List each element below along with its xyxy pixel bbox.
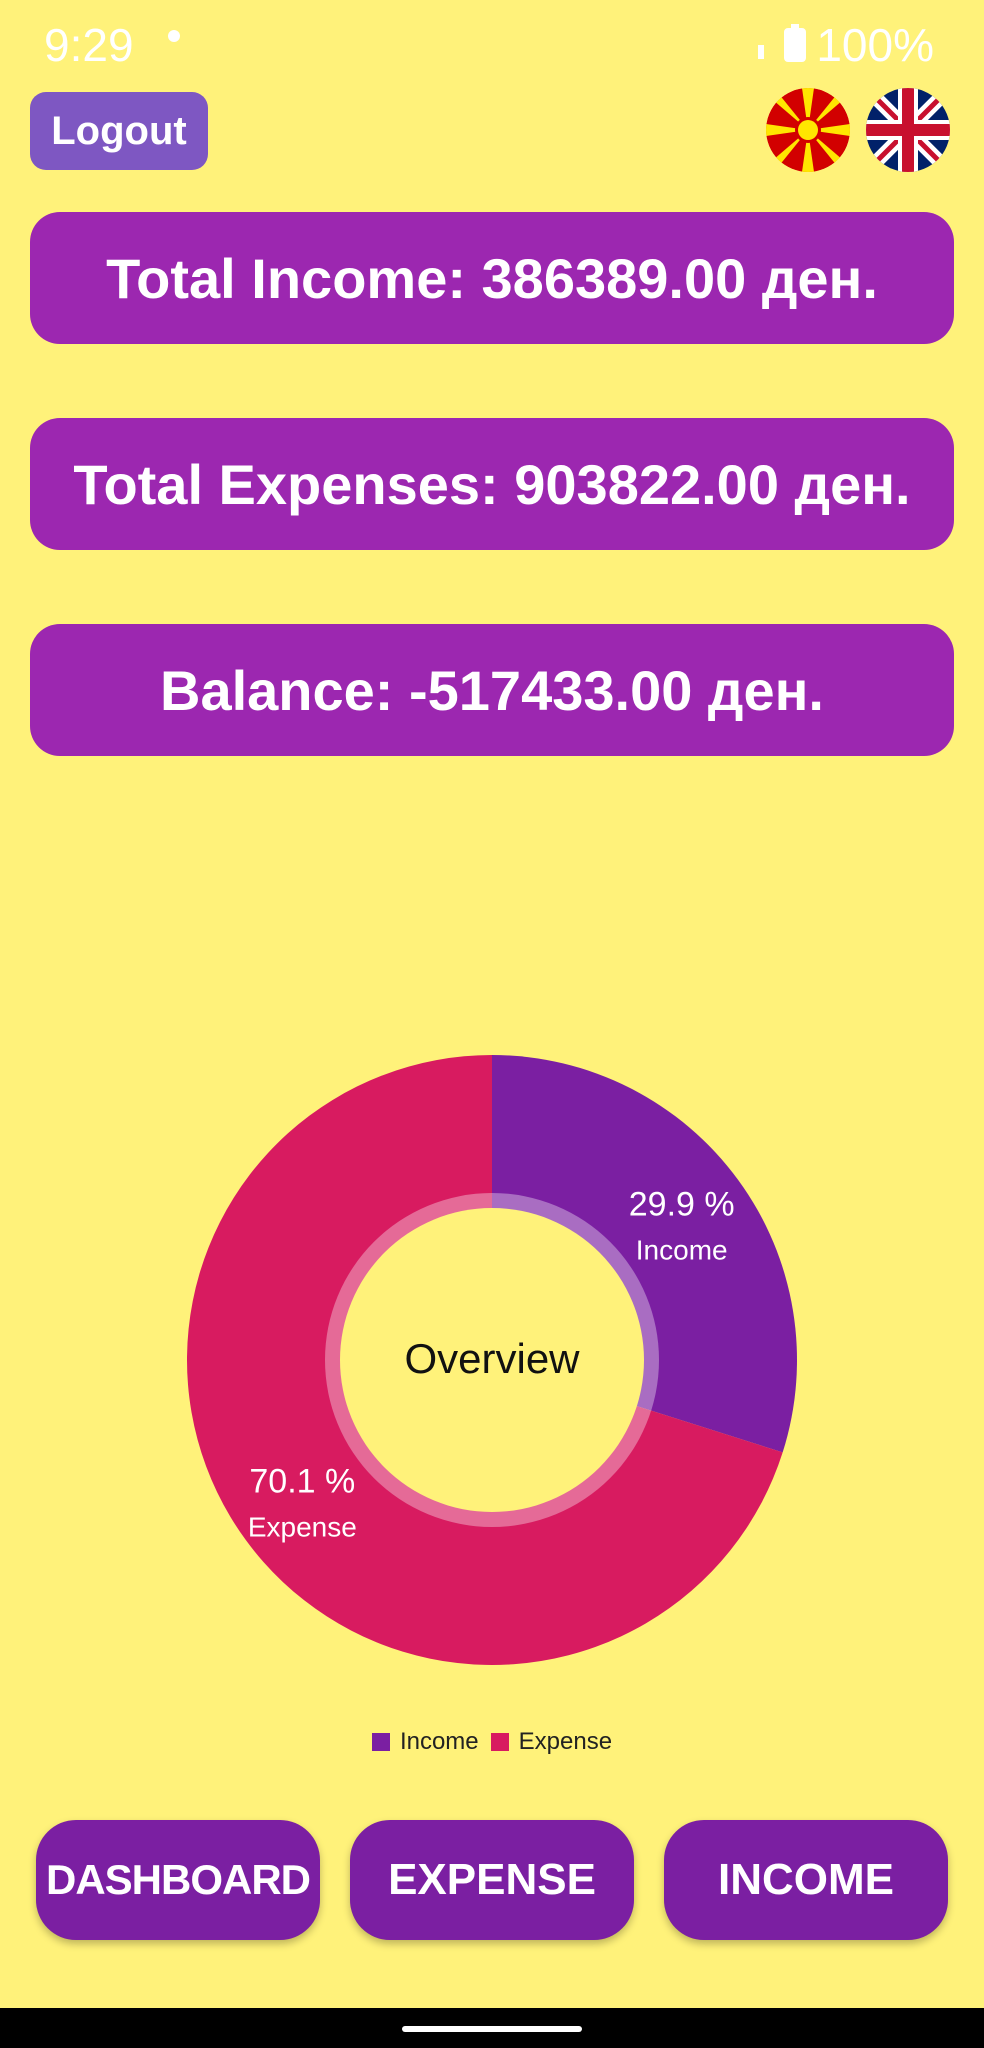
total-income-card: Total Income: 386389.00 ден. xyxy=(30,212,954,344)
macedonia-flag-icon[interactable] xyxy=(766,88,850,172)
legend-item-expense: Expense xyxy=(490,1728,613,1756)
legend-label-expense: Expense xyxy=(518,1728,613,1755)
battery-percent: 100% xyxy=(816,19,934,71)
income-nav-button[interactable]: INCOME xyxy=(664,1820,948,1940)
home-indicator[interactable] xyxy=(402,2026,582,2032)
logout-button[interactable]: Logout xyxy=(30,92,208,170)
legend-item-income: Income xyxy=(371,1728,479,1756)
notification-dot-icon xyxy=(168,30,180,42)
uk-flag-graphic xyxy=(866,88,950,172)
balance-card: Balance: -517433.00 ден. xyxy=(30,624,954,756)
legend-label-income: Income xyxy=(399,1728,479,1755)
slice-label-expense: Expense xyxy=(248,1512,357,1543)
slice-percent-expense: 70.1 % xyxy=(249,1463,355,1501)
expense-nav-button[interactable]: EXPENSE xyxy=(350,1820,634,1940)
chart-legend: Income Expense xyxy=(0,1728,984,1756)
status-bar: 9:29 100% xyxy=(0,0,984,84)
overview-chart: Overview 29.9 % Income 70.1 % Expense xyxy=(0,1040,984,1780)
uk-flag-icon[interactable] xyxy=(866,88,950,172)
dashboard-nav-button[interactable]: DASHBOARD xyxy=(36,1820,320,1940)
legend-swatch-income xyxy=(371,1733,390,1751)
chart-center-text: Overview xyxy=(404,1335,580,1382)
macedonia-flag-graphic xyxy=(766,88,850,172)
total-expenses-card: Total Expenses: 903822.00 ден. xyxy=(30,418,954,550)
slice-label-income: Income xyxy=(636,1234,728,1265)
battery-icon xyxy=(784,24,807,62)
signal-icon xyxy=(758,45,765,59)
legend-swatch-expense xyxy=(490,1733,509,1751)
status-time: 9:29 xyxy=(44,19,134,71)
donut-chart-svg: Overview 29.9 % Income 70.1 % Expense xyxy=(186,1055,797,1665)
status-right: 100% xyxy=(758,18,934,72)
slice-percent-income: 29.9 % xyxy=(629,1185,735,1223)
